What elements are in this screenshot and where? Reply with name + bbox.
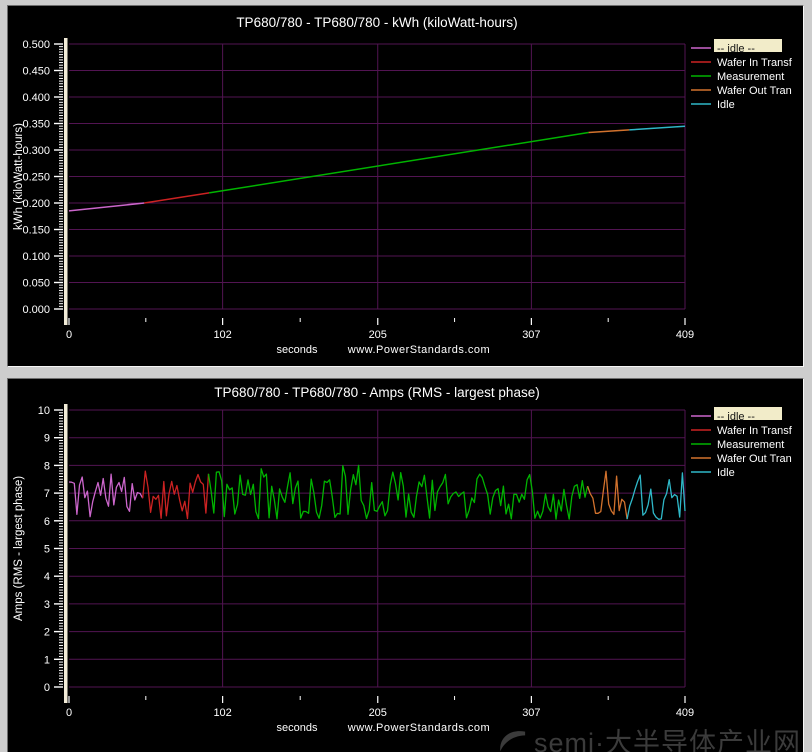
- legend-label: Wafer In Transf: [717, 425, 793, 437]
- amps-chart: 0 1 2 3 4 5 6 7 8 9 10 0 102 205 307 409 Amps (RMS - lar…: [8, 379, 803, 752]
- y-axis-bar: [64, 404, 68, 703]
- series-line: [588, 471, 628, 519]
- y-tick-label: 1: [44, 654, 50, 666]
- x-tick-label: 0: [66, 329, 72, 341]
- x-axis-label: seconds: [277, 722, 318, 734]
- y-tick-label: 0.050: [22, 278, 50, 290]
- legend-label: -- idle --: [717, 411, 755, 423]
- y-tick-label: 4: [44, 571, 50, 583]
- x-axis-label: seconds: [277, 344, 318, 356]
- y-tick-label: 0: [44, 682, 50, 694]
- series-line: [589, 130, 630, 133]
- series-line: [144, 193, 209, 203]
- series-line: [143, 471, 209, 518]
- y-axis-bar: [64, 38, 68, 325]
- x-tick-label: 409: [676, 329, 694, 341]
- y-tick-label: 5: [44, 544, 50, 556]
- legend-label: Measurement: [717, 71, 784, 83]
- chart-title: TP680/780 - TP680/780 - kWh (kiloWatt-ho…: [236, 15, 517, 30]
- legend-label: Wafer Out Tran: [717, 85, 792, 97]
- x-tick-label: 307: [522, 707, 540, 719]
- url-annotation: www.PowerStandards.com: [347, 344, 490, 356]
- y-tick-label: 7: [44, 488, 50, 500]
- y-tick-label: 0.200: [22, 198, 50, 210]
- y-tick-label: 0.150: [22, 225, 50, 237]
- y-tick-label: 0.000: [22, 304, 50, 316]
- x-tick-label: 102: [213, 707, 231, 719]
- y-tick-label: 0.350: [22, 119, 50, 131]
- y-tick-label: 3: [44, 599, 50, 611]
- legend-label: Idle: [717, 99, 735, 111]
- y-tick-label: 0.100: [22, 251, 50, 263]
- y-tick-label: 2: [44, 627, 50, 639]
- url-annotation: www.PowerStandards.com: [347, 722, 490, 734]
- y-tick-label: 0.450: [22, 66, 50, 78]
- legend-label: Measurement: [717, 439, 784, 451]
- x-tick-label: 409: [676, 707, 694, 719]
- power-analyzer-screen: 0.000 0.050 0.100 0.150 0.200 0.250 0.300 0.350…: [0, 0, 812, 752]
- legend-label: Wafer Out Tran: [717, 453, 792, 465]
- y-tick-label: 0.500: [22, 39, 50, 51]
- watermark: semi·大半导体产业网: [497, 721, 801, 752]
- x-tick-label: 205: [369, 329, 387, 341]
- series-line: [627, 473, 685, 519]
- y-tick-label: 10: [38, 405, 50, 417]
- chart-title: TP680/780 - TP680/780 - Amps (RMS - larg…: [214, 385, 539, 400]
- legend-label: Idle: [717, 467, 735, 479]
- series-line: [69, 203, 144, 211]
- kwh-chart: 0.000 0.050 0.100 0.150 0.200 0.250 0.300 0.350…: [8, 6, 803, 366]
- y-axis-label: Amps (RMS - largest phase): [13, 476, 25, 621]
- kwh-chart-panel: 0.000 0.050 0.100 0.150 0.200 0.250 0.300 0.350…: [7, 5, 804, 367]
- series-line: [209, 465, 588, 519]
- series-line: [629, 126, 685, 130]
- x-tick-label: 205: [369, 707, 387, 719]
- y-tick-label: 0.400: [22, 92, 50, 104]
- y-tick-label: 9: [44, 433, 50, 445]
- watermark-text: semi·大半导体产业网: [534, 721, 801, 752]
- y-tick-label: 0.300: [22, 145, 50, 157]
- amps-chart-panel: 0 1 2 3 4 5 6 7 8 9 10 0 102 205 307 409 Amps (RMS - lar…: [7, 378, 804, 752]
- semi-swoosh-logo: [497, 726, 527, 752]
- series-line: [69, 474, 143, 517]
- x-tick-label: 0: [66, 707, 72, 719]
- y-tick-label: 8: [44, 460, 50, 472]
- y-tick-label: 6: [44, 516, 50, 528]
- y-axis-label: kWh (kiloWatt-hours): [13, 123, 25, 230]
- x-tick-label: 102: [213, 329, 231, 341]
- legend-label: -- idle --: [717, 43, 755, 55]
- legend-label: Wafer In Transf: [717, 57, 793, 69]
- y-tick-label: 0.250: [22, 172, 50, 184]
- x-tick-label: 307: [522, 329, 540, 341]
